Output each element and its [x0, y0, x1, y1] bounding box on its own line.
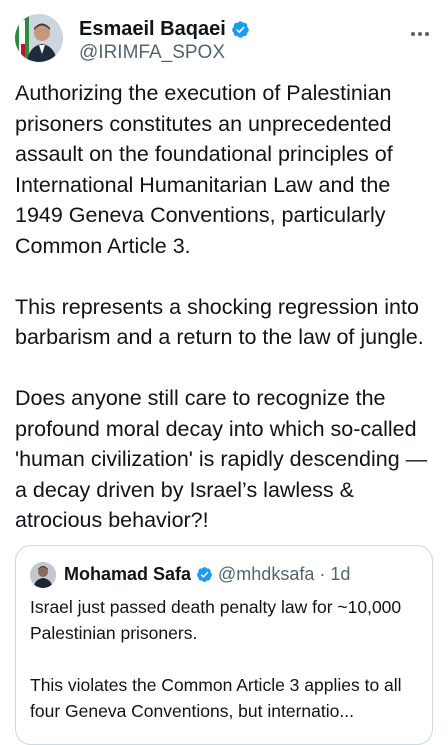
- quoted-paragraph: Israel just passed death penalty law for…: [30, 597, 402, 643]
- tweet-body: Authorizing the execution of Palestinian…: [15, 78, 440, 536]
- author-display-name[interactable]: Esmaeil Baqaei: [79, 18, 226, 41]
- tweet-header: Esmaeil Baqaei @IRIMFA_SPOX: [0, 0, 448, 72]
- quoted-display-name[interactable]: Mohamad Safa: [64, 564, 191, 585]
- quoted-body: Israel just passed death penalty law for…: [30, 594, 428, 724]
- quoted-header: Mohamad Safa @mhdksafa · 1d: [64, 564, 350, 585]
- author-name-row: Esmaeil Baqaei: [79, 18, 250, 41]
- quoted-paragraph: This violates the Common Article 3 appli…: [30, 675, 402, 721]
- quoted-avatar-image: [30, 562, 56, 588]
- author-avatar-image: [15, 14, 63, 62]
- quoted-handle[interactable]: @mhdksafa: [218, 564, 314, 585]
- author-handle[interactable]: @IRIMFA_SPOX: [79, 42, 225, 64]
- verified-badge-icon: [231, 20, 250, 39]
- quoted-timestamp[interactable]: 1d: [330, 564, 350, 585]
- more-options-icon[interactable]: [406, 24, 434, 44]
- quoted-tweet-card[interactable]: Mohamad Safa @mhdksafa · 1d Israel just …: [15, 545, 433, 745]
- quoted-author-avatar[interactable]: [30, 562, 56, 588]
- verified-badge-icon: [196, 566, 213, 583]
- author-avatar[interactable]: [15, 14, 63, 62]
- quoted-separator: ·: [319, 564, 326, 584]
- tweet-paragraph: Authorizing the execution of Palestinian…: [15, 81, 393, 258]
- tweet-paragraph: This represents a shocking regression in…: [15, 294, 424, 350]
- tweet-paragraph: Does anyone still care to recognize the …: [15, 386, 428, 532]
